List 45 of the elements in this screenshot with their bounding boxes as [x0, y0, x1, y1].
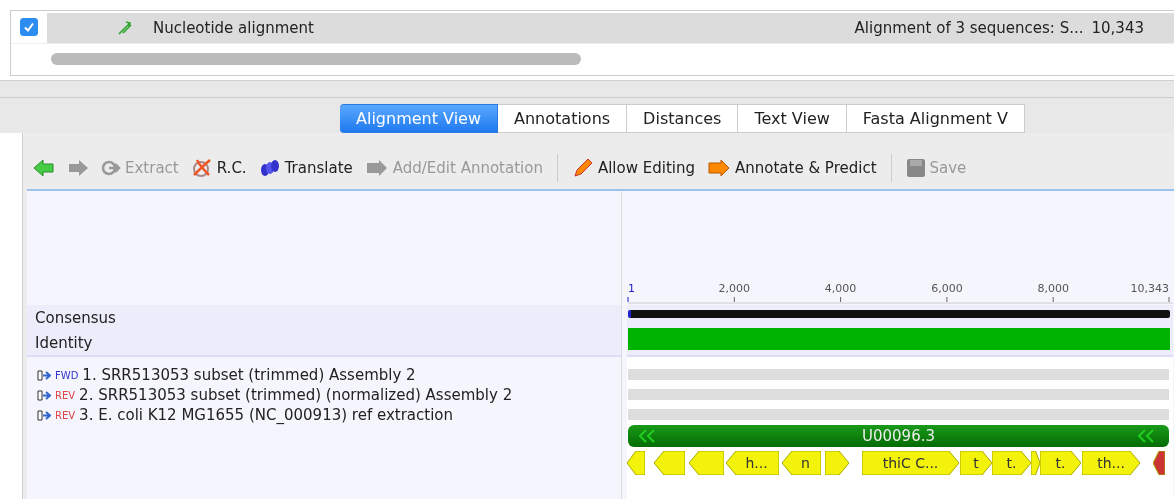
tab[interactable]: Annotations [498, 104, 628, 133]
sequence-name[interactable]: 2. SRR513053 subset (trimmed) (normalized) Assembly 2 [79, 386, 513, 404]
ruler-tick-label: 6,000 [931, 282, 963, 295]
sequence-icon [37, 369, 51, 381]
document-name: Nucleotide alignment [153, 19, 314, 37]
toolbar-button[interactable]: R.C. [188, 158, 249, 178]
arrow-icon [707, 158, 731, 178]
scrollbar[interactable] [51, 53, 581, 65]
helix-icon [258, 158, 281, 178]
consensus-label: Consensus [34, 308, 117, 327]
identity-label: Identity [34, 333, 94, 352]
sequence-icon [37, 409, 51, 421]
annotation-bar: U00096.3 [628, 425, 1169, 447]
ruler-tick-label: 2,000 [718, 282, 751, 295]
gene-arrow: t [960, 451, 992, 475]
sequence-name[interactable]: 1. SRR513053 subset (trimmed) Assembly 2 [82, 366, 416, 384]
strand-label: FWD [55, 369, 79, 381]
toolbar-button[interactable]: Annotate & Predict [705, 158, 879, 178]
gene-arrow: h... [726, 451, 779, 475]
arrow-icon [364, 159, 389, 177]
strand-label: REV [55, 409, 76, 421]
arrow-icon [101, 159, 121, 177]
sequence-name[interactable]: 3. E. coli K12 MG1655 (NC_000913) ref extraction [79, 406, 454, 424]
tab[interactable]: Text View [738, 104, 847, 133]
document-description: Alignment of 3 sequences: S... [854, 19, 1084, 37]
toolbar-button[interactable]: Translate [256, 158, 355, 178]
back-button[interactable] [31, 159, 57, 177]
alignment-icon [117, 20, 133, 36]
tab[interactable]: Fasta Alignment V [846, 104, 1025, 133]
ruler-tick-label: 1 [628, 282, 635, 295]
sequence-length: 10,343 [1091, 19, 1144, 37]
gene-arrow: th... [1082, 451, 1140, 475]
sequence-icon [37, 389, 51, 401]
checkmark-icon [23, 21, 35, 33]
checkbox[interactable] [20, 18, 38, 36]
pencil-icon [571, 158, 594, 178]
gene-arrow: n [782, 451, 821, 475]
splitter-bar[interactable] [0, 80, 1174, 98]
save-icon [905, 158, 926, 178]
tab[interactable]: Distances [627, 104, 739, 133]
ruler-tick-label: 4,000 [824, 282, 857, 295]
ruler-tick-label: 10,343 [1130, 282, 1169, 295]
strand-label: REV [55, 389, 76, 401]
ruler-tick-label: 8,000 [1037, 282, 1069, 295]
toolbar-button[interactable]: Allow Editing [569, 158, 697, 178]
